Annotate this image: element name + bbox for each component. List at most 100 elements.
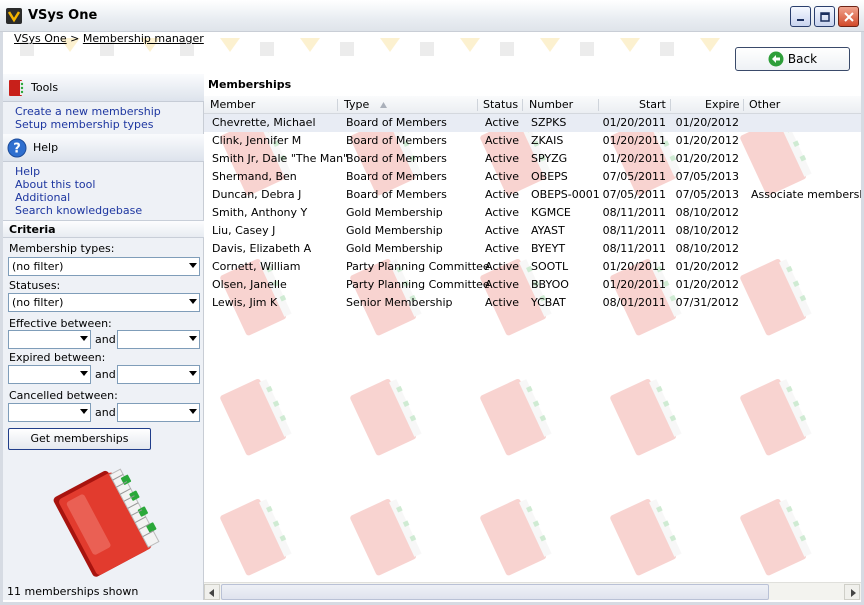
effective-to-date[interactable] <box>117 330 200 349</box>
column-header-start[interactable]: Start <box>639 98 666 111</box>
breadcrumb-current-link[interactable]: Membership manager <box>83 32 204 45</box>
cell-other: Associate membership <box>751 188 861 201</box>
about-tool-link[interactable]: About this tool <box>15 178 142 191</box>
sidebar: Tools Create a new membership Setup memb… <box>3 74 204 600</box>
table-row[interactable]: Liu, Casey J Gold Membership Active AYAST 08… <box>204 222 861 240</box>
column-divider[interactable] <box>522 99 523 111</box>
cell-member: Olsen, Janelle <box>212 278 287 291</box>
cell-start: 07/05/2011 <box>602 170 666 183</box>
cell-member: Liu, Casey J <box>212 224 276 237</box>
cell-start: 08/01/2011 <box>602 296 666 309</box>
vsys-logo-icon <box>6 8 22 24</box>
cell-status: Active <box>485 206 520 219</box>
and-label: and <box>95 368 116 381</box>
table-row[interactable]: Smith Jr, Dale "The Man" Board of Members… <box>204 150 861 168</box>
help-panel-header[interactable]: ? Help <box>3 134 204 162</box>
cell-type: Board of Members <box>346 116 447 129</box>
column-divider[interactable] <box>743 99 744 111</box>
membership-types-select[interactable]: (no filter) <box>8 257 200 276</box>
cell-status: Active <box>485 296 520 309</box>
column-divider[interactable] <box>598 99 599 111</box>
horizontal-scrollbar[interactable] <box>204 582 861 600</box>
arrow-left-icon <box>209 589 214 597</box>
search-knowledgebase-link[interactable]: Search knowledgebase <box>15 204 142 217</box>
cell-member: Davis, Elizabeth A <box>212 242 312 255</box>
breadcrumb: VSys One > Membership manager <box>14 32 204 45</box>
breadcrumb-home-link[interactable]: VSys One <box>14 32 67 45</box>
maximize-button[interactable] <box>814 6 835 27</box>
table-row[interactable]: Shermand, Ben Board of Members Active OBEPS… <box>204 168 861 186</box>
expired-to-date[interactable] <box>117 365 200 384</box>
table-row[interactable]: Olsen, Janelle Party Planning Committee Ac… <box>204 276 861 294</box>
help-link[interactable]: Help <box>15 165 142 178</box>
column-divider[interactable] <box>477 99 478 111</box>
additional-link[interactable]: Additional <box>15 191 142 204</box>
sort-ascending-icon <box>380 102 387 108</box>
expired-from-date[interactable] <box>8 365 91 384</box>
cell-expire: 01/20/2012 <box>675 260 739 273</box>
back-button[interactable]: Back <box>735 47 850 71</box>
chevron-down-icon <box>189 336 197 341</box>
cell-number: SZPKS <box>531 116 567 129</box>
column-header-member[interactable]: Member <box>210 98 255 111</box>
statuses-select[interactable]: (no filter) <box>8 293 200 312</box>
cell-start: 01/20/2011 <box>602 278 666 291</box>
cell-type: Party Planning Committee <box>346 278 490 291</box>
minimize-button[interactable] <box>790 6 811 27</box>
setup-membership-types-link[interactable]: Setup membership types <box>15 118 161 131</box>
cell-member: Shermand, Ben <box>212 170 297 183</box>
membership-book-icon <box>53 468 160 577</box>
cell-status: Active <box>485 224 520 237</box>
cell-start: 01/20/2011 <box>602 260 666 273</box>
effective-between-label: Effective between: <box>9 317 112 330</box>
get-memberships-button[interactable]: Get memberships <box>8 428 151 450</box>
column-header-status[interactable]: Status <box>483 98 518 111</box>
table-row[interactable]: Duncan, Debra J Board of Members Active OBE… <box>204 186 861 204</box>
cell-type: Gold Membership <box>346 242 443 255</box>
column-header-type[interactable]: Type <box>344 98 369 111</box>
tools-panel-header[interactable]: Tools <box>3 74 204 102</box>
table-row[interactable]: Chevrette, Michael Board of Members Active… <box>204 114 861 132</box>
help-icon: ? <box>7 138 27 157</box>
create-membership-link[interactable]: Create a new membership <box>15 105 161 118</box>
column-header-other[interactable]: Other <box>749 98 780 111</box>
column-divider[interactable] <box>670 99 671 111</box>
scrollbar-thumb[interactable] <box>221 584 769 600</box>
table-row[interactable]: Davis, Elizabeth A Gold Membership Active B… <box>204 240 861 258</box>
cell-start: 08/11/2011 <box>602 242 666 255</box>
cell-type: Board of Members <box>346 188 447 201</box>
memberships-title: Memberships <box>204 74 861 96</box>
table-row[interactable]: Lewis, Jim K Senior Membership Active YCBAT… <box>204 294 861 312</box>
cancelled-to-date[interactable] <box>117 403 200 422</box>
column-divider[interactable] <box>337 99 338 111</box>
cancelled-from-date[interactable] <box>8 403 91 422</box>
cell-number: KGMCE <box>531 206 571 219</box>
table-row[interactable]: Clink, Jennifer M Board of Members Active Z… <box>204 132 861 150</box>
table-row[interactable]: Cornett, William Party Planning Committee… <box>204 258 861 276</box>
scroll-left-button[interactable] <box>204 584 220 600</box>
effective-from-date[interactable] <box>8 330 91 349</box>
tools-book-icon <box>9 79 24 96</box>
statuses-value: (no filter) <box>12 296 64 309</box>
cell-status: Active <box>485 260 520 273</box>
membership-types-value: (no filter) <box>12 260 64 273</box>
and-label: and <box>95 406 116 419</box>
breadcrumb-separator: > <box>70 32 80 45</box>
table-row[interactable]: Smith, Anthony Y Gold Membership Active KGM… <box>204 204 861 222</box>
cell-number: SPYZG <box>531 152 568 165</box>
svg-text:?: ? <box>13 141 21 156</box>
cell-type: Gold Membership <box>346 206 443 219</box>
memberships-grid-header: Member Type Status Number Start Expire O… <box>204 96 861 114</box>
criteria-header: Criteria <box>3 220 204 238</box>
cell-type: Board of Members <box>346 152 447 165</box>
cell-expire: 07/05/2013 <box>675 188 739 201</box>
scroll-right-button[interactable] <box>844 584 860 600</box>
maximize-icon <box>819 11 830 22</box>
cell-start: 07/05/2011 <box>602 188 666 201</box>
close-button[interactable] <box>838 6 859 27</box>
column-header-expire[interactable]: Expire <box>705 98 740 111</box>
cell-start: 08/11/2011 <box>602 206 666 219</box>
cell-member: Clink, Jennifer M <box>212 134 302 147</box>
close-icon <box>843 11 854 22</box>
column-header-number[interactable]: Number <box>529 98 573 111</box>
